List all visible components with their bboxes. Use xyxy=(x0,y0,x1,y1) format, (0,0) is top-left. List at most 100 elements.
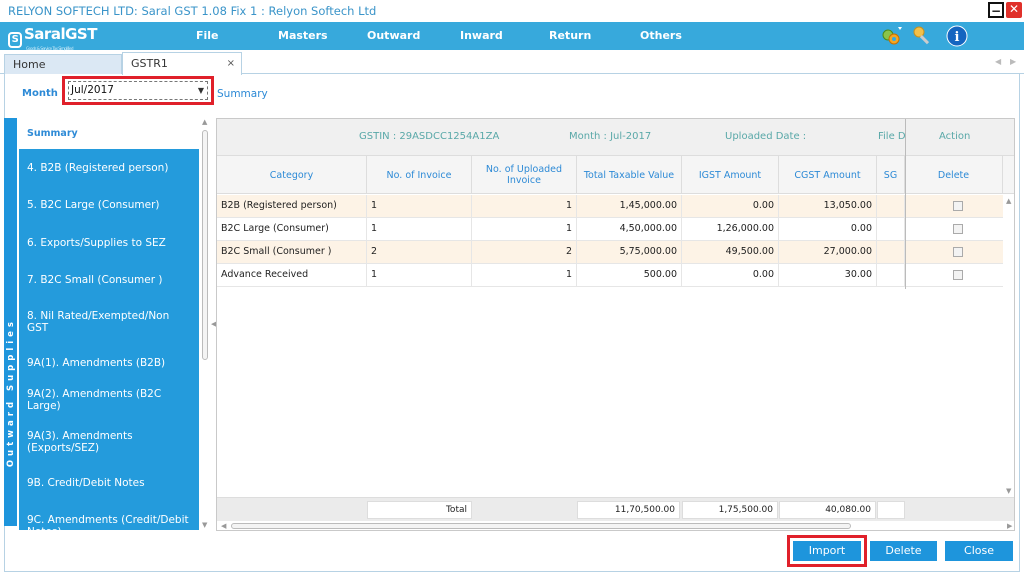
cell-uploaded: 1 xyxy=(472,264,577,287)
cell-cgst: 30.00 xyxy=(779,264,877,287)
tab-scroll-left-icon[interactable]: ◀ xyxy=(995,57,1001,66)
table-row[interactable]: B2C Large (Consumer) 1 1 4,50,000.00 1,26,00… xyxy=(217,218,1003,241)
outward-supplies-label: Outward Supplies xyxy=(6,318,16,468)
summary-link[interactable]: Summary xyxy=(217,88,268,100)
logo-icon: S xyxy=(8,32,22,48)
col-uploaded[interactable]: No. of Uploaded Invoice xyxy=(472,156,577,194)
cell-cgst: 13,050.00 xyxy=(779,195,877,218)
info-icon[interactable]: i xyxy=(946,25,968,47)
delete-checkbox[interactable] xyxy=(953,247,963,257)
cell-invoices: 1 xyxy=(367,264,472,287)
app-logo: S SaralGST Goods & Service Tax Simplified xyxy=(8,25,97,51)
col-category[interactable]: Category xyxy=(217,156,367,194)
sidebar-item-credit-debit[interactable]: 9B. Credit/Debit Notes xyxy=(19,464,199,502)
col-delete[interactable]: Delete xyxy=(905,156,1003,194)
table-row[interactable]: B2B (Registered person) 1 1 1,45,000.00 0.00… xyxy=(217,195,1003,218)
cell-cgst: 27,000.00 xyxy=(779,241,877,264)
uploaded-date-text: Uploaded Date : xyxy=(725,131,807,142)
delete-checkbox[interactable] xyxy=(953,270,963,280)
chevron-down-icon[interactable]: ▼ xyxy=(198,82,204,99)
key-icon[interactable] xyxy=(912,25,934,47)
col-igst[interactable]: IGST Amount xyxy=(682,156,779,194)
hscroll-right-icon[interactable]: ▶ xyxy=(1007,522,1012,530)
tab-gstr1[interactable]: GSTR1 × xyxy=(122,52,242,75)
menu-file[interactable]: File xyxy=(196,22,219,50)
cell-igst: 1,26,000.00 xyxy=(682,218,779,241)
menu-return[interactable]: Return xyxy=(549,22,591,50)
grid-scroll-down-icon[interactable]: ▼ xyxy=(1006,487,1011,495)
grid-footer: Total 11,70,500.00 1,75,500.00 40,080.00 xyxy=(217,497,1014,521)
sidebar-item-amend-exports[interactable]: 9A(3). Amendments (Exports/SEZ) xyxy=(19,419,199,464)
import-button[interactable]: Import xyxy=(793,541,861,561)
cell-cgst: 0.00 xyxy=(779,218,877,241)
total-cgst: 40,080.00 xyxy=(779,501,876,519)
tab-close-icon[interactable]: × xyxy=(227,53,235,74)
menu-others[interactable]: Others xyxy=(640,22,682,50)
grid-scroll-up-icon[interactable]: ▲ xyxy=(1006,197,1011,205)
table-row[interactable]: B2C Small (Consumer ) 2 2 5,75,000.00 49,500… xyxy=(217,241,1003,264)
cell-invoices: 2 xyxy=(367,241,472,264)
sidebar-summary[interactable]: Summary xyxy=(19,118,199,149)
sidebar-scroll-thumb[interactable] xyxy=(202,130,208,360)
col-cgst[interactable]: CGST Amount xyxy=(779,156,877,194)
sidebar-item-b2c-large[interactable]: 5. B2C Large (Consumer) xyxy=(19,187,199,225)
close-button[interactable]: Close xyxy=(945,541,1013,561)
grid-info-bar: GSTIN : 29ASDCC1254A1ZA Month : Jul-2017… xyxy=(217,119,1014,156)
sidebar-item-nil-rated[interactable]: 8. Nil Rated/Exempted/Non GST xyxy=(19,299,199,344)
minimize-button[interactable]: − xyxy=(988,2,1004,18)
total-taxable: 11,70,500.00 xyxy=(577,501,680,519)
delete-checkbox[interactable] xyxy=(953,201,963,211)
table-row[interactable]: Advance Received 1 1 500.00 0.00 30.00 xyxy=(217,264,1003,287)
scroll-up-icon[interactable]: ▲ xyxy=(202,118,207,126)
menu-outward[interactable]: Outward xyxy=(367,22,420,50)
grid-hscrollbar[interactable]: ◀ ▶ xyxy=(217,521,1014,530)
total-label: Total xyxy=(367,501,472,519)
col-taxable[interactable]: Total Taxable Value xyxy=(577,156,682,194)
month-label: Month xyxy=(22,88,58,99)
logo-text: SaralGST xyxy=(24,25,97,43)
menu-masters[interactable]: Masters xyxy=(278,22,328,50)
menu-inward[interactable]: Inward xyxy=(460,22,503,50)
window-title: RELYON SOFTECH LTD: Saral GST 1.08 Fix 1… xyxy=(0,0,1024,22)
month-info-text: Month : Jul-2017 xyxy=(569,131,652,142)
scroll-down-icon[interactable]: ▼ xyxy=(202,521,207,529)
cell-taxable: 4,50,000.00 xyxy=(577,218,682,241)
sidebar-scrollbar[interactable]: ▲ ▼ xyxy=(200,118,210,530)
col-invoices[interactable]: No. of Invoice xyxy=(367,156,472,194)
cell-category: Advance Received xyxy=(217,264,367,287)
action-divider xyxy=(905,119,906,289)
month-highlight: Jul/2017 ▼ xyxy=(62,76,214,105)
hscroll-thumb[interactable] xyxy=(231,523,851,529)
cell-uploaded: 2 xyxy=(472,241,577,264)
tab-bar: Home GSTR1 × ◀ ▶ xyxy=(0,52,1024,75)
tab-home[interactable]: Home xyxy=(4,54,122,74)
sidebar-item-b2b[interactable]: 4. B2B (Registered person) xyxy=(19,149,199,187)
action-header: Action xyxy=(939,131,971,142)
cell-taxable: 5,75,000.00 xyxy=(577,241,682,264)
sidebar-item-b2c-small[interactable]: 7. B2C Small (Consumer ) xyxy=(19,262,199,300)
tab-scroll-right-icon[interactable]: ▶ xyxy=(1010,57,1016,66)
cell-igst: 0.00 xyxy=(682,264,779,287)
close-window-button[interactable]: ✕ xyxy=(1006,2,1022,18)
cell-uploaded: 1 xyxy=(472,195,577,218)
summary-grid: GSTIN : 29ASDCC1254A1ZA Month : Jul-2017… xyxy=(216,118,1015,531)
delete-checkbox[interactable] xyxy=(953,224,963,234)
sidebar-item-amend-b2c-large[interactable]: 9A(2). Amendments (B2C Large) xyxy=(19,382,199,420)
sidebar-item-amend-credit-debit[interactable]: 9C. Amendments (Credit/Debit Notes) xyxy=(19,502,199,531)
sidebar-item-exports[interactable]: 6. Exports/Supplies to SEZ xyxy=(19,224,199,262)
delete-button[interactable]: Delete xyxy=(870,541,937,561)
sidebar-item-amend-b2b[interactable]: 9A(1). Amendments (B2B) xyxy=(19,344,199,382)
cell-taxable: 1,45,000.00 xyxy=(577,195,682,218)
logo-tagline: Goods & Service Tax Simplified xyxy=(26,46,74,51)
file-date-text: File D xyxy=(878,131,906,142)
cell-invoices: 1 xyxy=(367,195,472,218)
month-value: Jul/2017 xyxy=(71,84,114,96)
cell-igst: 0.00 xyxy=(682,195,779,218)
settings-gears-icon[interactable] xyxy=(880,25,902,47)
month-select[interactable]: Jul/2017 ▼ xyxy=(68,81,208,100)
hscroll-left-icon[interactable]: ◀ xyxy=(221,522,226,530)
col-sgst[interactable]: SG xyxy=(877,156,905,194)
total-sgst xyxy=(877,501,905,519)
menu-bar: S SaralGST Goods & Service Tax Simplified … xyxy=(0,22,1024,51)
outward-supplies-strip: Outward Supplies xyxy=(4,118,17,526)
